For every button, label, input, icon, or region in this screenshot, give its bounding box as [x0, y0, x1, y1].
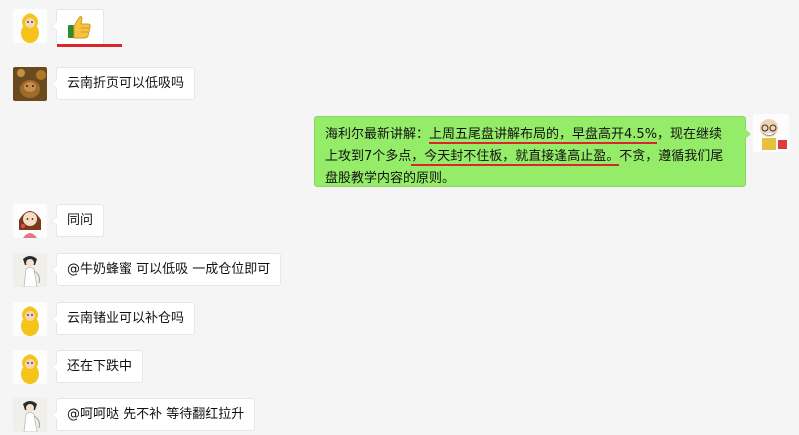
- dog-photo-avatar-icon[interactable]: [13, 67, 47, 101]
- message-bubble[interactable]: @呵呵哒 先不补 等待翻红拉升: [50, 398, 256, 431]
- thumbs-up-emoji-icon: [68, 16, 91, 39]
- yellow-cartoon-avatar-icon[interactable]: [13, 350, 47, 384]
- message-text: @牛奶蜂蜜 可以低吸 一成仓位即可: [67, 262, 271, 277]
- thumbs-up-message-bubble[interactable]: [51, 9, 104, 45]
- message-text: 还在下跌中: [67, 359, 133, 374]
- painted-lady-avatar-icon[interactable]: [13, 398, 47, 432]
- red-annotation-line: [57, 44, 122, 47]
- message-bubble[interactable]: @牛奶蜂蜜 可以低吸 一成仓位即可: [50, 253, 282, 286]
- message-bubble[interactable]: 云南锗业可以补仓吗: [50, 302, 196, 335]
- yellow-cartoon-avatar-icon[interactable]: [13, 9, 47, 43]
- message-text: 云南折页可以低吸吗: [67, 76, 185, 91]
- message-bubble[interactable]: 云南折页可以低吸吗: [50, 67, 196, 100]
- old-man-cartoon-avatar-icon[interactable]: [753, 114, 789, 152]
- message-text: 同问: [67, 213, 94, 228]
- underlined-text-segment: ，今天封不住板，就直接逢高止盈。: [411, 149, 620, 166]
- message-text: 云南锗业可以补仓吗: [67, 311, 185, 326]
- own-message-bubble[interactable]: 海利尔最新讲解：上周五尾盘讲解布局的，早盘高开4.5%，现在继续上攻到7个多点，…: [314, 116, 751, 187]
- yellow-cartoon-avatar-icon[interactable]: [13, 302, 47, 336]
- message-bubble[interactable]: 还在下跌中: [50, 350, 144, 383]
- underlined-text-segment: 上周五尾盘讲解布局的，早盘高开4.5%: [429, 127, 658, 144]
- painted-lady-avatar-icon[interactable]: [13, 253, 47, 287]
- message-text: @呵呵哒 先不补 等待翻红拉升: [67, 407, 245, 422]
- girl-cartoon-avatar-icon[interactable]: [13, 204, 47, 238]
- message-text-prefix: 海利尔最新讲解：: [325, 127, 430, 142]
- message-bubble[interactable]: 同问: [50, 204, 105, 237]
